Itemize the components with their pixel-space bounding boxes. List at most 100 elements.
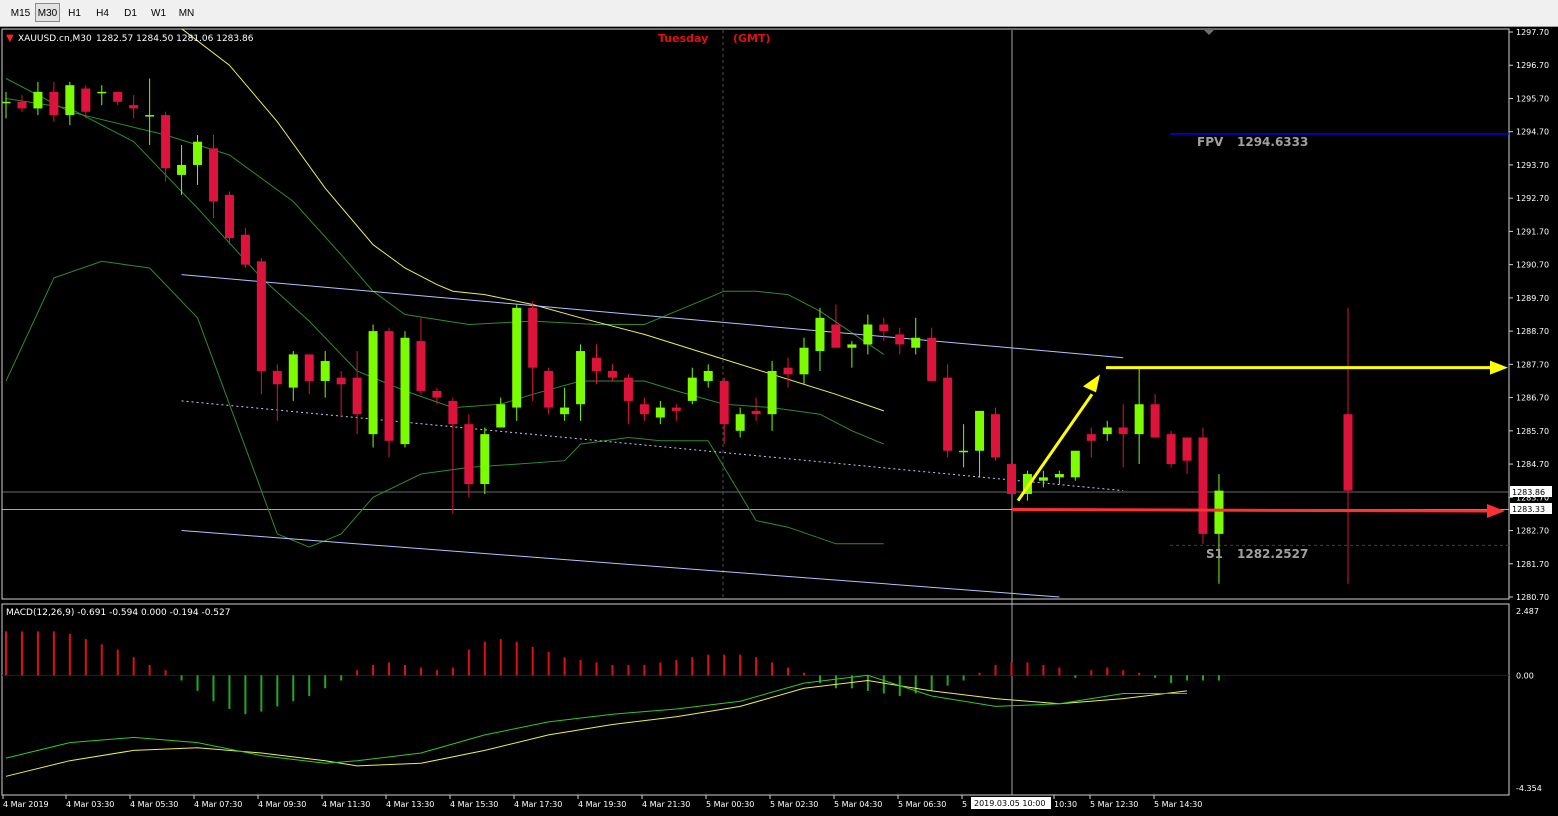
y-tick-label: 1294.70 (1516, 128, 1549, 137)
candle-body (847, 344, 857, 348)
candle-body (655, 407, 665, 418)
x-tick-label: 4 Mar 11:30 (322, 800, 370, 809)
candle-body (320, 361, 330, 381)
x-tick-label: 5 Mar 06:30 (898, 800, 946, 809)
candle-body (991, 414, 1001, 458)
candle-body (815, 317, 825, 352)
x-tick-label: 4 Mar 21:30 (642, 800, 690, 809)
macd-tick-label: 0.00 (1516, 671, 1534, 680)
y-tick-label: 1282.70 (1516, 527, 1549, 536)
y-tick-label: 1280.70 (1516, 593, 1549, 602)
candle-body (592, 357, 602, 371)
macd-tick-label: 2.487 (1516, 607, 1539, 616)
candle-body (799, 347, 809, 375)
symbol-label: XAUUSD.cn,M30 (18, 34, 92, 44)
crosshair-time-tag: 2019.03.05 10:00 (974, 799, 1045, 808)
candle-body (1118, 427, 1128, 435)
timeframe-button-m15[interactable]: M15 (7, 3, 34, 22)
candle-body (496, 404, 506, 428)
candle-body (177, 164, 187, 175)
candle-body (480, 434, 490, 484)
timeframe-button-h4[interactable]: H4 (89, 3, 116, 22)
x-tick-label: 4 Mar 09:30 (258, 800, 306, 809)
x-tick-label: 5 Mar 02:30 (770, 800, 818, 809)
x-tick-label: 5 Mar 00:30 (706, 800, 754, 809)
candle-body (767, 371, 777, 415)
candle-body (639, 404, 649, 415)
candle-body (831, 324, 841, 348)
y-tick-label: 1297.70 (1516, 28, 1549, 37)
y-tick-label: 1290.70 (1516, 261, 1549, 270)
price-chart[interactable]: 1297.70 1296.70 1295.70 1294.70 1293.70 1292.… (0, 27, 1558, 816)
x-tick-label: 4 Mar 15:30 (450, 800, 498, 809)
candle-body (464, 424, 474, 484)
candle-body (240, 234, 250, 265)
x-tick-label: 5 Mar 14:30 (1154, 800, 1202, 809)
close-chart-icon[interactable]: ▼ (6, 33, 14, 44)
candle-body (256, 261, 266, 371)
timeframe-button-m30[interactable]: M30 (35, 3, 60, 22)
red-arrow-line[interactable] (1011, 508, 1489, 513)
candle-body (416, 341, 426, 391)
y-tick-label: 1295.70 (1516, 94, 1549, 103)
candle-body (352, 377, 362, 415)
candle-body (703, 371, 713, 381)
candle-body (288, 354, 298, 388)
y-tick-label: 1293.70 (1516, 161, 1549, 170)
candle-body (863, 324, 873, 345)
candle-body (224, 194, 234, 239)
timeframe-button-mn[interactable]: MN (173, 3, 200, 22)
candle-body (161, 115, 171, 169)
candle-body (576, 351, 586, 405)
x-tick-label: 5 Mar 12:30 (1090, 800, 1138, 809)
projected-candle-body (1343, 414, 1353, 491)
candle-body (1166, 434, 1176, 465)
y-tick-label: 1284.70 (1516, 460, 1549, 469)
candle-body (400, 337, 410, 445)
x-tick-label: 4 Mar 17:30 (514, 800, 562, 809)
candle-body (560, 407, 570, 415)
candle-body (687, 377, 697, 401)
candle-body (49, 91, 59, 116)
candle-body (304, 354, 314, 381)
candle-body (336, 377, 346, 385)
candle-body (113, 91, 123, 102)
x-tick-label: 4 Mar 07:30 (194, 800, 242, 809)
candle-body (1214, 490, 1224, 534)
candle-body (193, 141, 203, 165)
candle-body (145, 115, 155, 117)
x-tick-label: 5 Mar 04:30 (834, 800, 882, 809)
macd-label: MACD(12,26,9) -0.691 -0.594 0.000 -0.194… (6, 608, 230, 618)
price-tag-crosshair: 1283.33 (1512, 505, 1545, 514)
candle-body (1054, 474, 1064, 478)
price-tag-current: 1283.86 (1512, 488, 1545, 497)
candle-body (927, 337, 937, 381)
candle-body (671, 407, 681, 411)
timeframe-button-w1[interactable]: W1 (145, 3, 172, 22)
timeframe-toolbar: M15 M30 H1 H4 D1 W1 MN (0, 0, 1558, 27)
y-tick-label: 1288.70 (1516, 327, 1549, 336)
candle-body (528, 307, 538, 368)
candle-body (448, 400, 458, 425)
y-tick-label: 1292.70 (1516, 194, 1549, 203)
x-tick-label: 4 Mar 05:30 (130, 800, 178, 809)
macd-tick-label: -4.354 (1516, 784, 1542, 793)
candle-body (943, 377, 953, 451)
candle-body (1150, 404, 1160, 438)
timeframe-button-d1[interactable]: D1 (117, 3, 144, 22)
session-day-label: Tuesday (658, 32, 708, 45)
y-tick-label: 1281.70 (1516, 560, 1549, 569)
x-tick-label: 4 Mar 19:30 (578, 800, 626, 809)
ohlc-readout: 1282.57 1284.50 1281.06 1283.86 (96, 34, 254, 44)
candle-body (1, 101, 11, 104)
x-tick-label: 10:30 (1054, 800, 1077, 809)
candle-body (65, 85, 75, 116)
candle-body (1038, 477, 1048, 481)
candle-body (81, 88, 91, 112)
candle-body (544, 371, 554, 408)
candle-body (1006, 464, 1016, 494)
candle-body (959, 450, 969, 453)
candle-body (97, 91, 107, 94)
candle-body (719, 380, 729, 425)
timeframe-button-h1[interactable]: H1 (61, 3, 88, 22)
